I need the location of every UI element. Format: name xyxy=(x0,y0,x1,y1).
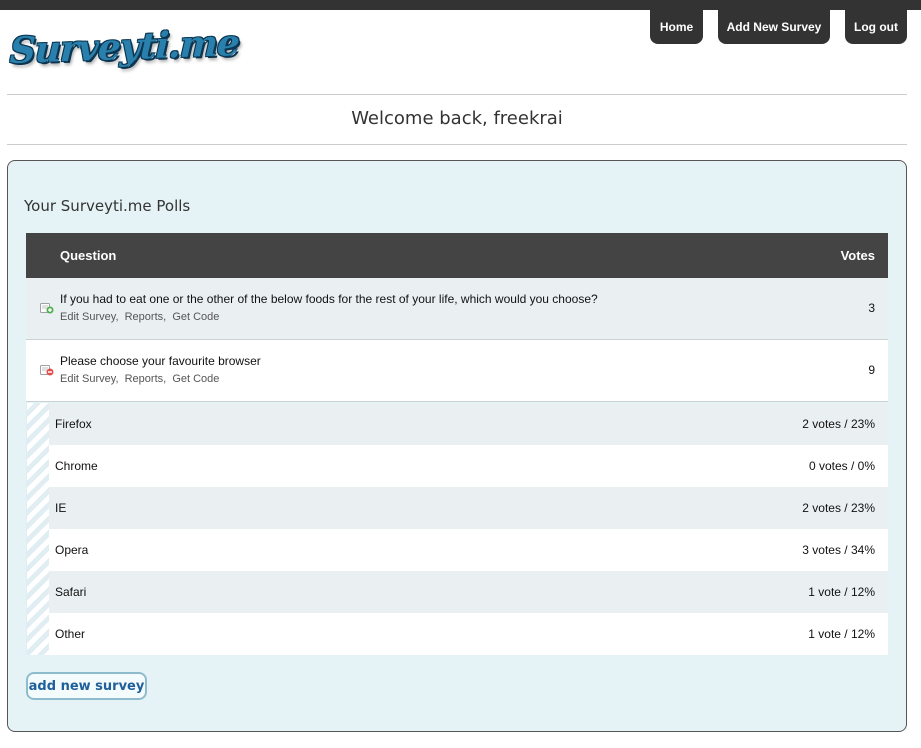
poll-row: If you had to eat one or the other of th… xyxy=(26,278,888,340)
option-row: IE 2 votes / 23% xyxy=(49,487,888,529)
option-row: Opera 3 votes / 34% xyxy=(49,529,888,571)
poll-options-list: Firefox 2 votes / 23% Chrome 0 votes / 0… xyxy=(49,403,888,655)
table-header: Question Votes xyxy=(26,233,888,278)
option-name: Chrome xyxy=(55,459,98,473)
edit-survey-link[interactable]: Edit Survey xyxy=(60,373,115,385)
add-new-survey-button[interactable]: add new survey xyxy=(26,672,147,700)
option-name: Safari xyxy=(55,585,87,599)
welcome-message: Welcome back, freekrai xyxy=(351,108,563,129)
poll-actions: Edit Survey, Reports, Get Code xyxy=(60,373,220,385)
nav-home-button[interactable]: Home xyxy=(650,10,703,44)
expand-plus-icon[interactable] xyxy=(40,301,54,314)
polls-panel: Your Surveyti.me Polls Question Votes If… xyxy=(7,160,907,732)
option-votes: 1 vote / 12% xyxy=(808,627,875,641)
option-votes: 1 vote / 12% xyxy=(808,585,875,599)
option-row: Firefox 2 votes / 23% xyxy=(49,403,888,445)
option-name: Firefox xyxy=(55,417,92,431)
option-votes: 0 votes / 0% xyxy=(808,459,875,473)
poll-row: Please choose your favourite browser Edi… xyxy=(26,340,888,402)
option-row: Chrome 0 votes / 0% xyxy=(49,445,888,487)
options-indent-stripe xyxy=(26,403,49,655)
option-row: Other 1 vote / 12% xyxy=(49,613,888,655)
poll-vote-count: 9 xyxy=(868,363,875,377)
column-header-question: Question xyxy=(60,248,117,263)
panel-title: Your Surveyti.me Polls xyxy=(24,197,191,215)
poll-question[interactable]: Please choose your favourite browser xyxy=(60,354,261,368)
get-code-link[interactable]: Get Code xyxy=(172,373,219,385)
get-code-link[interactable]: Get Code xyxy=(172,311,219,323)
option-votes: 2 votes / 23% xyxy=(802,501,875,515)
edit-survey-link[interactable]: Edit Survey xyxy=(60,311,115,323)
reports-link[interactable]: Reports xyxy=(125,373,164,385)
option-votes: 3 votes / 34% xyxy=(802,543,875,557)
poll-vote-count: 3 xyxy=(868,301,875,315)
top-bar xyxy=(0,0,921,10)
option-votes: 2 votes / 23% xyxy=(802,417,875,431)
nav-logout-button[interactable]: Log out xyxy=(845,10,907,44)
option-name: Other xyxy=(55,627,86,641)
option-row: Safari 1 vote / 12% xyxy=(49,571,888,613)
poll-actions: Edit Survey, Reports, Get Code xyxy=(60,311,220,323)
divider-bottom xyxy=(7,144,907,145)
poll-question[interactable]: If you had to eat one or the other of th… xyxy=(60,292,598,306)
option-name: IE xyxy=(55,501,67,515)
nav-add-new-survey-button[interactable]: Add New Survey xyxy=(718,10,830,44)
collapse-minus-icon[interactable] xyxy=(40,363,54,376)
column-header-votes: Votes xyxy=(840,248,875,263)
divider-top xyxy=(7,94,907,95)
option-name: Opera xyxy=(55,543,89,557)
surveyti-logo[interactable]: Surveyti.me xyxy=(9,22,240,72)
reports-link[interactable]: Reports xyxy=(125,311,164,323)
